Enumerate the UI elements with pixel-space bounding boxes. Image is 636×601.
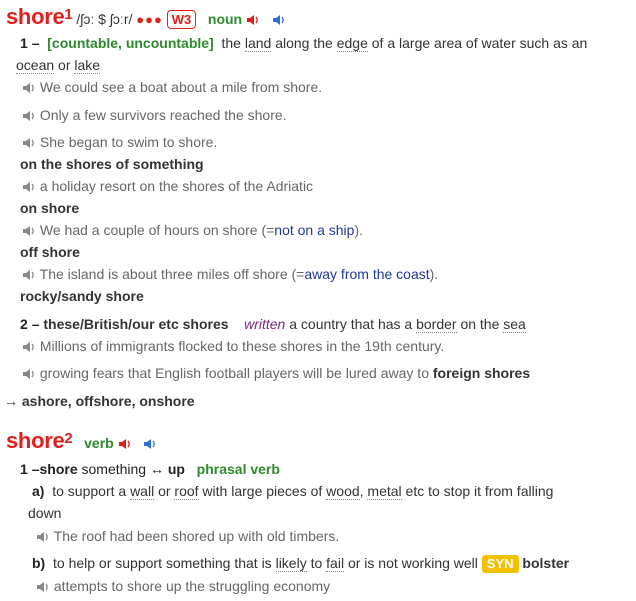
example: We had a couple of hours on shore (=not … [22, 220, 363, 240]
subsense-label: b) [32, 555, 46, 571]
part-of-speech: noun [207, 11, 243, 27]
collocation: off shore [20, 244, 80, 260]
example-speaker-icon[interactable] [22, 225, 36, 237]
defword-sea[interactable]: sea [503, 316, 526, 333]
pronunciation: /ʃɔː $ ʃɔːr/ [76, 11, 133, 27]
example-speaker-icon[interactable] [36, 581, 50, 593]
example: Millions of immigrants flocked to these … [22, 336, 444, 356]
defword-roof[interactable]: roof [174, 483, 199, 500]
frequency-badge: W3 [166, 10, 197, 29]
phrasal-verb-line: 1 –shore something ↔ up phrasal verb [20, 459, 280, 479]
synonym-badge: SYN [481, 555, 519, 573]
american-pronunciation-speaker-icon[interactable] [143, 438, 157, 450]
collocation: on the shores of something [20, 156, 204, 172]
example: We could see a boat about a mile from sh… [22, 77, 322, 97]
example-collocation: foreign shores [432, 365, 531, 381]
example-speaker-icon[interactable] [22, 341, 36, 353]
sense-2-definition: 2 – these/British/our etc shores written… [20, 316, 526, 333]
grammar-code: [countable, uncountable] [47, 35, 214, 51]
gloss: away from the coast [304, 266, 430, 282]
example: Only a few survivors reached the shore. [22, 105, 287, 125]
sense-number: 1 [20, 35, 28, 51]
example-speaker-icon[interactable] [22, 269, 36, 281]
defword-likely[interactable]: likely [275, 555, 307, 572]
subsense-a-definition-cont: down [28, 505, 62, 521]
register-label: written [244, 316, 286, 332]
homograph-number: 1 [64, 6, 73, 23]
example-speaker-icon[interactable] [22, 181, 36, 193]
defword-metal[interactable]: metal [367, 483, 402, 500]
example-speaker-icon[interactable] [22, 137, 36, 149]
sense-number: 1 [20, 461, 28, 477]
example: attempts to shore up the struggling econ… [36, 576, 330, 596]
defword-wood[interactable]: wood [326, 483, 360, 500]
cross-reference[interactable]: → ashore, offshore, onshore [4, 391, 195, 411]
american-pronunciation-speaker-icon[interactable] [272, 14, 286, 26]
example: growing fears that English football play… [22, 363, 530, 383]
lexical-unit: these/British/our etc shores [43, 316, 229, 332]
frequency-dots: ●●● [136, 12, 163, 27]
synonym-word[interactable]: bolster [522, 555, 569, 571]
collocation: rocky/sandy shore [20, 288, 144, 304]
sense-1-definition-cont: ocean or lake [16, 57, 101, 74]
gloss: not on a ship [274, 222, 355, 238]
sense-number: 2 [20, 316, 28, 332]
entry1-header: shore1 /ʃɔː $ ʃɔːr/ ●●● W3 noun [6, 4, 286, 33]
headword: shore1 [6, 4, 73, 29]
sense-dash: – [31, 35, 40, 51]
example: She began to swim to shore. [22, 132, 217, 152]
example-speaker-icon[interactable] [22, 82, 36, 94]
example: a holiday resort on the shores of the Ad… [22, 176, 313, 196]
homograph-number: 2 [64, 430, 73, 447]
british-pronunciation-speaker-icon[interactable] [246, 14, 260, 26]
phrasal-verb-label: phrasal verb [196, 461, 280, 477]
sense-dash: – [31, 316, 40, 332]
defword-border[interactable]: border [416, 316, 457, 333]
defword-ocean[interactable]: ocean [16, 57, 55, 74]
defword-edge[interactable]: edge [336, 35, 368, 52]
british-pronunciation-speaker-icon[interactable] [118, 438, 132, 450]
entry2-header: shore2 verb [6, 428, 157, 456]
example-speaker-icon[interactable] [22, 110, 36, 122]
defword-fail[interactable]: fail [326, 555, 345, 572]
subsense-b-definition: b) to help or support something that is … [32, 555, 570, 573]
phrasal-verb: shore something ↔ up [39, 461, 185, 477]
defword-land[interactable]: land [244, 35, 272, 52]
sense-1-definition: 1 – [countable, uncountable] the land al… [20, 35, 588, 52]
example-speaker-icon[interactable] [36, 531, 50, 543]
defword-lake[interactable]: lake [74, 57, 101, 74]
example: The island is about three miles off shor… [22, 264, 438, 284]
collocation: on shore [20, 200, 80, 216]
example: The roof had been shored up with old tim… [36, 526, 339, 546]
headword: shore2 [6, 428, 73, 453]
subsense-a-definition: a) to support a wall or roof with large … [32, 483, 554, 500]
example-speaker-icon[interactable] [22, 368, 36, 380]
part-of-speech: verb [84, 435, 114, 451]
defword-wall[interactable]: wall [130, 483, 155, 500]
subsense-label: a) [32, 483, 45, 499]
